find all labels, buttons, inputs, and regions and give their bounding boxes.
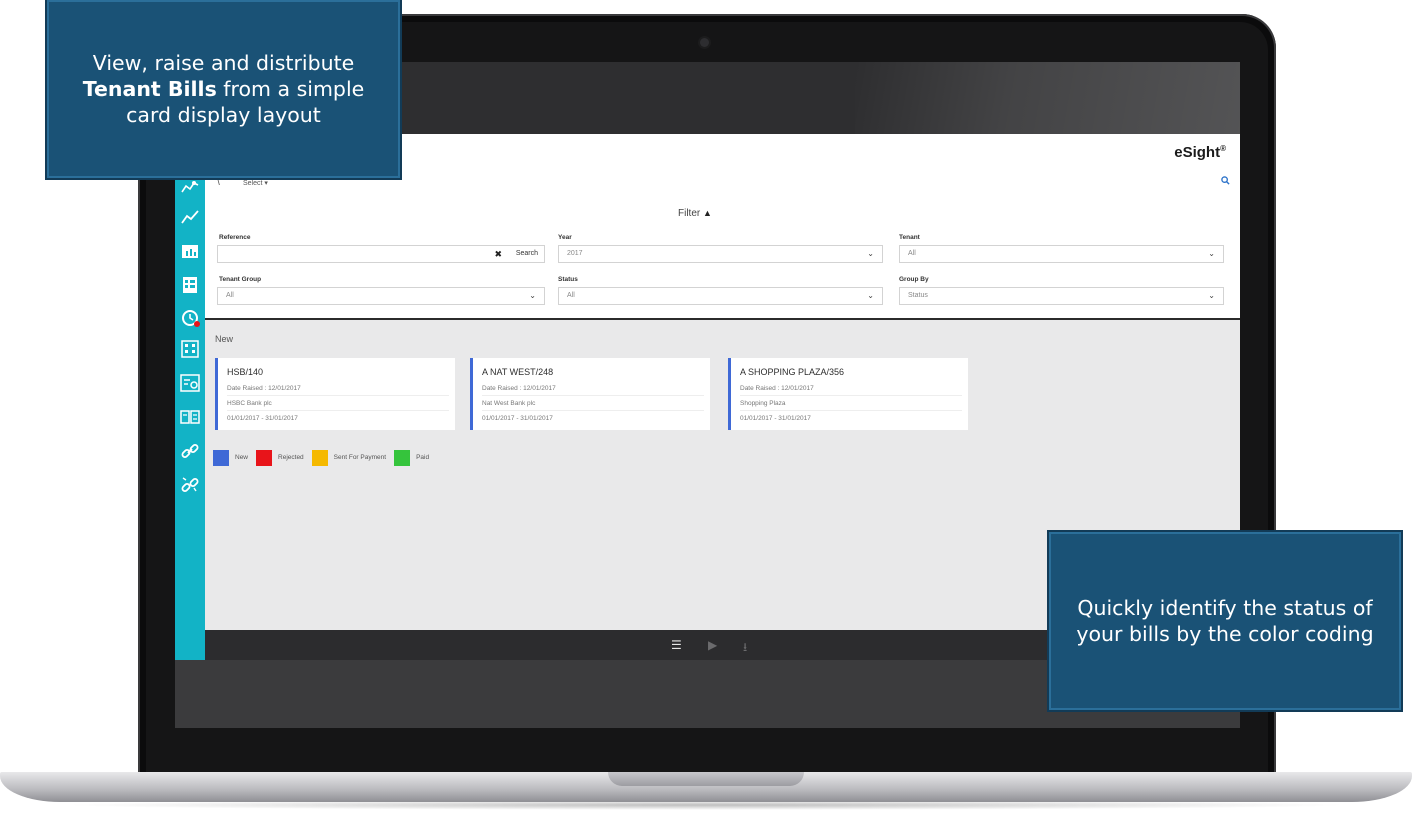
tenant-label: Tenant [899,234,920,241]
divider [740,410,962,411]
laptop-notch [608,772,804,786]
meters-icon[interactable] [179,176,201,198]
clear-icon[interactable]: ✖ [494,249,502,260]
year-select[interactable]: 2017 ⌄ [558,245,883,263]
legend-swatch-rejected [256,449,273,466]
select-dropdown[interactable]: Select ▾ [243,179,268,187]
bill-tenant: Shopping Plaza [740,400,786,407]
bill-tenant: HSBC Bank plc [227,400,272,407]
legend-label: New [235,454,249,461]
divider [227,410,449,411]
group-by-select[interactable]: Status ⌄ [899,287,1224,305]
invoice-icon[interactable] [179,406,201,428]
group-heading: New [215,334,234,344]
reference-input[interactable]: ✖ Search [217,245,545,263]
link-icon[interactable] [179,440,201,462]
year-label: Year [558,234,572,241]
report-folder-icon[interactable] [179,240,201,262]
status-label: Status [558,276,578,283]
bill-date-raised: Date Raised : 12/01/2017 [227,385,301,392]
breadcrumb[interactable]: \ [217,177,220,188]
bill-period: 01/01/2017 - 31/01/2017 [227,415,298,422]
bill-card[interactable]: A NAT WEST/248 Date Raised : 12/01/2017 … [470,358,710,430]
bill-reference[interactable]: A NAT WEST/248 [482,367,553,377]
building-icon[interactable] [179,338,201,360]
divider [482,395,704,396]
divider [482,410,704,411]
legend-label: Paid [416,454,430,461]
divider [740,395,962,396]
bill-tenant: Nat West Bank plc [482,400,536,407]
sidebar [175,172,205,660]
callout-tenant-bills: View, raise and distribute Tenant Bills … [47,0,400,178]
unlink-icon[interactable] [179,474,201,496]
document-grid-icon[interactable] [179,274,201,296]
reference-label: Reference [219,234,251,241]
legend-swatch-paid [394,449,411,466]
filter-toggle[interactable]: Filter ▲ [678,208,712,219]
alarm-icon[interactable] [179,306,201,328]
bill-period: 01/01/2017 - 31/01/2017 [482,415,553,422]
chevron-up-icon: ▲ [703,208,712,218]
play-icon[interactable]: ▶ [708,638,717,652]
chevron-down-icon: ⌄ [867,291,874,300]
tenant-bill-icon[interactable] [179,372,201,394]
chevron-down-icon: ⌄ [1208,249,1215,258]
legend-label: Rejected [278,454,304,461]
legend-label: Sent For Payment [333,454,387,461]
tenant-group-select[interactable]: All ⌄ [217,287,545,305]
webcam [700,38,709,47]
legend-swatch-sent-for-payment [311,449,328,466]
bill-period: 01/01/2017 - 31/01/2017 [740,415,811,422]
tenant-select[interactable]: All ⌄ [899,245,1224,263]
divider [227,395,449,396]
screen-glare [855,62,1240,134]
search-icon[interactable] [1221,176,1230,188]
status-select[interactable]: All ⌄ [558,287,883,305]
filter-panel: Filter ▲ Reference ✖ Search Year 2017 ⌄ T… [205,196,1240,320]
callout-color-coding: Quickly identify the status of your bill… [1049,532,1401,710]
bill-card[interactable]: A SHOPPING PLAZA/356 Date Raised : 12/01… [728,358,968,430]
status-legend: New Rejected Sent For Payment Paid [213,449,437,466]
bill-reference[interactable]: HSB/140 [227,367,263,377]
bill-card[interactable]: HSB/140 Date Raised : 12/01/2017 HSBC Ba… [215,358,455,430]
bill-date-raised: Date Raised : 12/01/2017 [740,385,814,392]
chevron-down-icon: ⌄ [1208,291,1215,300]
bill-date-raised: Date Raised : 12/01/2017 [482,385,556,392]
tenant-group-label: Tenant Group [219,276,262,283]
list-icon[interactable]: ☰ [671,638,682,652]
group-by-label: Group By [899,276,929,283]
trend-chart-icon[interactable] [179,206,201,228]
bill-reference[interactable]: A SHOPPING PLAZA/356 [740,367,844,377]
chevron-down-icon: ⌄ [529,291,536,300]
search-button[interactable]: Search [516,250,538,257]
download-icon[interactable]: ⭳ [743,638,747,659]
legend-swatch-new [213,449,229,466]
chevron-down-icon: ⌄ [867,249,874,258]
brand-logo: eSight® [1174,144,1226,161]
